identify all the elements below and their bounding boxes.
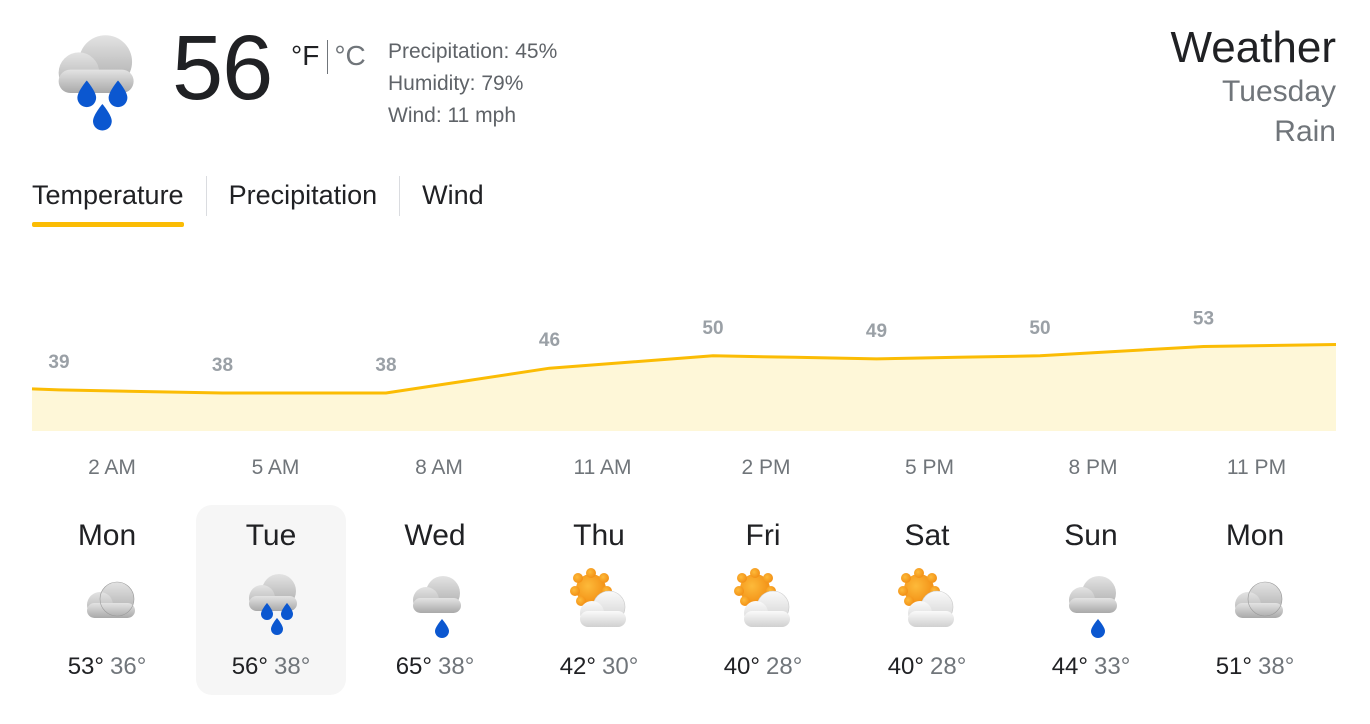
low-temperature: 38° [1258,653,1295,680]
day-forecast-wed[interactable]: Wed 65° 38° [360,505,510,695]
day-name: Fri [745,519,781,552]
low-temperature: 36° [110,653,147,680]
celsius-button[interactable]: °C [334,40,365,72]
tab-temperature[interactable]: Temperature [32,172,184,227]
high-temperature: 65° [395,653,432,680]
partly-cloudy-icon [559,563,639,643]
tab-wind[interactable]: Wind [422,172,484,227]
time-axis-label: 8 PM [1068,456,1118,479]
location-header: Weather Tuesday Rain [1171,24,1337,152]
day-name: Sun [1064,519,1118,552]
time-axis-label: 2 AM [88,456,136,479]
day-temperatures: 56° 38° [196,653,346,681]
day-forecast-mon[interactable]: Mon 53° 36° [32,505,182,695]
day-name: Mon [77,519,137,552]
day-name: Wed [404,519,466,552]
day-temperatures: 42° 30° [524,653,674,681]
current-day: Tuesday [1222,75,1336,108]
low-temperature: 38° [274,653,311,680]
chart-data-label: 53 [1193,309,1214,330]
day-temperatures: 40° 28° [688,653,838,681]
rain-icon [231,563,311,643]
day-temperatures: 44° 33° [1016,653,1166,681]
day-temperatures: 65° 38° [360,653,510,681]
precipitation-text: Precipitation: 45% [388,40,558,63]
tab-bar: Temperature Precipitation Wind [32,172,484,227]
high-temperature: 51° [1215,653,1252,680]
time-axis-label: 2 PM [741,456,791,479]
day-temperatures: 51° 38° [1180,653,1330,681]
daily-forecast: Mon 53° 36° Tue 56° 38° Wed 65° 38° Thu 42° 30° Fri 4… [24,505,1344,695]
day-temperatures: 53° 36° [32,653,182,681]
showers-icon [395,563,475,643]
low-temperature: 38° [438,653,475,680]
temperature-chart: 39 38 38 46 50 49 50 53 [0,290,1370,450]
day-name: Mon [1225,519,1285,552]
high-temperature: 40° [723,653,760,680]
current-condition: Rain [1274,115,1336,148]
cloudy-icon [1215,563,1295,643]
tab-divider [205,176,207,216]
time-axis-label: 5 PM [904,456,954,479]
widget-title: Weather [1170,23,1337,72]
cloudy-icon [67,563,147,643]
high-temperature: 42° [559,653,596,680]
time-axis-label: 11 PM [1226,456,1287,479]
day-temperatures: 40° 28° [852,653,1002,681]
day-forecast-tue[interactable]: Tue 56° 38° [196,505,346,695]
tab-precipitation[interactable]: Precipitation [229,172,378,227]
day-forecast-mon[interactable]: Mon 51° 38° [1180,505,1330,695]
day-forecast-sun[interactable]: Sun 44° 33° [1016,505,1166,695]
time-axis: 2 AM 5 AM 8 AM 11 AM 2 PM 5 PM 8 PM 11 PM [0,456,1370,486]
low-temperature: 28° [930,653,967,680]
high-temperature: 44° [1051,653,1088,680]
showers-icon [1051,563,1131,643]
chart-data-label: 50 [702,318,723,339]
low-temperature: 30° [602,653,639,680]
day-name: Sat [904,519,950,552]
partly-cloudy-icon [723,563,803,643]
chart-data-label: 49 [866,321,887,342]
humidity-text: Humidity: 79% [388,72,524,95]
high-temperature: 56° [231,653,268,680]
time-axis-label: 5 AM [251,456,300,479]
partly-cloudy-icon [887,563,967,643]
day-forecast-thu[interactable]: Thu 42° 30° [524,505,674,695]
chart-data-label: 50 [1029,318,1050,339]
rain-icon [28,18,158,143]
time-axis-label: 8 AM [415,456,463,479]
wind-text: Wind: 11 mph [388,104,516,127]
chart-data-label: 38 [212,355,233,376]
high-temperature: 53° [67,653,104,680]
current-temperature: 56 [172,17,273,119]
day-name: Thu [573,519,625,552]
low-temperature: 33° [1094,653,1131,680]
time-axis-label: 11 AM [573,456,632,479]
weather-details: Precipitation: 45% Humidity: 79% Wind: 1… [388,36,557,132]
fahrenheit-button[interactable]: °F [291,40,319,72]
unit-toggle: °F °C [291,40,366,74]
low-temperature: 28° [766,653,803,680]
tab-divider [399,176,401,216]
day-forecast-sat[interactable]: Sat 40° 28° [852,505,1002,695]
chart-data-label: 38 [375,355,396,376]
chart-data-label: 46 [539,330,560,351]
day-forecast-fri[interactable]: Fri 40° 28° [688,505,838,695]
temperature-chart-svg: 39 38 38 46 50 49 50 53 [31,309,1337,431]
chart-data-label: 39 [48,352,69,373]
high-temperature: 40° [887,653,924,680]
unit-divider [327,40,329,74]
day-name: Tue [245,519,297,552]
